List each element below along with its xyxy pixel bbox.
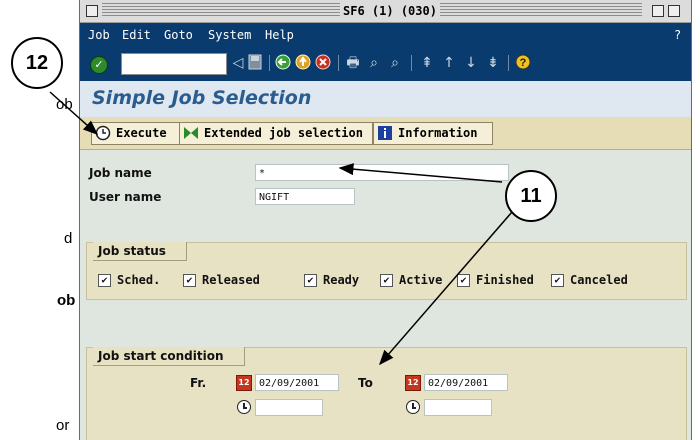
command-field[interactable] (121, 53, 227, 75)
title-bar: SF6 (1) (030) (80, 0, 691, 23)
help-icon[interactable]: ? (514, 54, 532, 72)
bg-text-4: or (56, 417, 70, 434)
window-title: SF6 (1) (030) (340, 3, 440, 19)
window-menu-box[interactable] (86, 5, 98, 17)
enter-icon[interactable]: ✓ (90, 56, 108, 74)
maximize-icon[interactable] (668, 5, 680, 17)
job-name-input[interactable]: * (255, 164, 509, 181)
callout-11: 11 (505, 170, 557, 222)
page-title: Simple Job Selection (92, 87, 312, 109)
job-name-label: Job name (89, 166, 152, 180)
user-name-label: User name (89, 190, 162, 204)
checkbox-canceled[interactable]: ✔ Canceled (551, 273, 628, 287)
find-next-icon[interactable]: ⌕ (386, 54, 404, 72)
bg-text-1: ob (56, 96, 73, 113)
execute-clock-icon (94, 125, 112, 143)
print-icon[interactable]: 🖶 (344, 54, 362, 72)
from-time-input[interactable] (255, 399, 323, 416)
checkbox-finished[interactable]: ✔ Finished (457, 273, 534, 287)
callout-12: 12 (11, 37, 63, 89)
checkbox-label: Ready (323, 273, 360, 287)
checkbox-sched[interactable]: ✔ Sched. (98, 273, 160, 287)
checkbox-box[interactable]: ✔ (380, 273, 393, 287)
checkbox-label: Sched. (117, 273, 161, 287)
extended-job-selection-button[interactable]: Extended job selection (179, 122, 373, 145)
menu-bar: Job Edit Goto System Help ? (80, 23, 691, 47)
sap-window: SF6 (1) (030) Job Edit Goto System Help … (79, 0, 692, 440)
information-label: Information (398, 126, 478, 140)
checkbox-active[interactable]: ✔ Active (380, 273, 442, 287)
checkbox-label: Canceled (570, 273, 628, 287)
calendar-icon[interactable]: 12 (405, 375, 421, 391)
from-date-input[interactable]: 02/09/2001 (255, 374, 339, 391)
menu-job[interactable]: Job (88, 28, 110, 42)
extended-selection-icon (182, 125, 200, 143)
cancel-icon[interactable] (314, 54, 332, 72)
clock-icon (406, 400, 420, 414)
help-mark[interactable]: ? (674, 28, 681, 42)
execute-button[interactable]: Execute (91, 122, 183, 145)
checkbox-box[interactable]: ✔ (183, 273, 196, 287)
menu-help[interactable]: Help (265, 28, 294, 42)
menu-system[interactable]: System (208, 28, 251, 42)
back-nav-icon[interactable] (274, 54, 292, 72)
checkbox-released[interactable]: ✔ Released (183, 273, 260, 287)
last-page-icon[interactable]: ⇟ (484, 54, 502, 72)
to-date-input[interactable]: 02/09/2001 (424, 374, 508, 391)
save-icon[interactable] (247, 54, 263, 72)
application-toolbar: Execute Extended job selection Informati… (80, 117, 691, 150)
checkbox-box[interactable]: ✔ (98, 273, 111, 287)
user-name-input[interactable]: NGIFT (255, 188, 355, 205)
bg-text-2: d (64, 230, 73, 247)
toolbar-separator (269, 55, 270, 71)
job-status-group: Job status ✔ Sched. ✔ Released ✔ Ready ✔… (86, 242, 687, 300)
checkbox-box[interactable]: ✔ (457, 273, 470, 287)
calendar-icon[interactable]: 12 (236, 375, 252, 391)
checkbox-ready[interactable]: ✔ Ready (304, 273, 359, 287)
checkbox-box[interactable]: ✔ (304, 273, 317, 287)
information-button[interactable]: Information (373, 122, 493, 145)
exit-icon[interactable] (294, 54, 312, 72)
checkbox-box[interactable]: ✔ (551, 273, 564, 287)
minimize-icon[interactable] (652, 5, 664, 17)
previous-page-icon[interactable]: ↑ (440, 54, 458, 72)
menu-edit[interactable]: Edit (122, 28, 151, 42)
from-label: Fr. (190, 376, 207, 390)
menu-goto[interactable]: Goto (164, 28, 193, 42)
selection-screen: Job name * User name NGIFT Job status ✔ … (80, 150, 691, 440)
toolbar-separator (508, 55, 509, 71)
job-start-condition-title: Job start condition (93, 347, 245, 366)
to-time-input[interactable] (424, 399, 492, 416)
bg-text-3: ob (57, 292, 76, 309)
checkbox-label: Finished (476, 273, 534, 287)
find-icon[interactable]: ⌕ (365, 54, 383, 72)
back-icon[interactable]: ◁ (232, 54, 244, 72)
checkbox-label: Active (399, 273, 443, 287)
toolbar-separator (411, 55, 412, 71)
checkbox-label: Released (202, 273, 260, 287)
standard-toolbar: ✓ ◁ 🖶 ⌕ ⌕ ⇞ ↑ ↓ ⇟ ? (80, 47, 691, 81)
job-status-title: Job status (93, 242, 187, 261)
clock-icon (237, 400, 251, 414)
first-page-icon[interactable]: ⇞ (418, 54, 436, 72)
job-start-condition-group: Job start condition Fr. 12 02/09/2001 To… (86, 347, 687, 440)
svg-text:?: ? (520, 57, 527, 69)
next-page-icon[interactable]: ↓ (462, 54, 480, 72)
information-icon (376, 125, 394, 143)
screen-title-bar: Simple Job Selection (80, 81, 691, 117)
extended-label: Extended job selection (204, 126, 363, 140)
toolbar-separator (338, 55, 339, 71)
to-label: To (358, 376, 373, 390)
execute-label: Execute (116, 126, 167, 140)
